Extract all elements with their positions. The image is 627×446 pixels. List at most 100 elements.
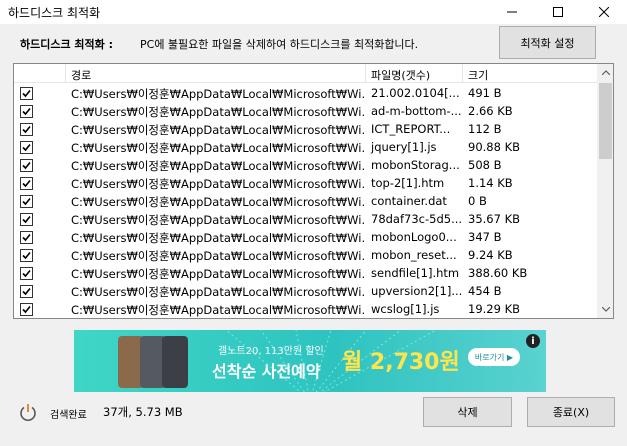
row-filename: ad-hd-healthc... bbox=[366, 318, 463, 319]
row-path: C:₩Users₩이정훈₩AppData₩Local₩Microsoft₩Wi.… bbox=[71, 87, 366, 101]
checkmark-icon bbox=[22, 125, 31, 134]
vertical-scrollbar[interactable] bbox=[597, 64, 613, 318]
scroll-thumb[interactable] bbox=[599, 83, 612, 159]
optimize-settings-button[interactable]: 최적화 설정 bbox=[499, 26, 596, 59]
row-path: C:₩Users₩이정훈₩AppData₩Local₩Microsoft₩Wi.… bbox=[71, 303, 366, 317]
header-checkbox-column[interactable] bbox=[14, 64, 66, 83]
table-row[interactable]: C:₩Users₩이정훈₩AppData₩Local₩Microsoft₩Wi.… bbox=[14, 282, 597, 300]
row-checkbox[interactable] bbox=[20, 195, 33, 208]
column-path[interactable]: 경로 bbox=[66, 64, 366, 83]
row-checkbox[interactable] bbox=[20, 231, 33, 244]
row-filename: 21.002.0104[... bbox=[371, 86, 460, 100]
checkmark-icon bbox=[22, 215, 31, 224]
table-row[interactable]: C:₩Users₩이정훈₩AppData₩Local₩Microsoft₩Wi.… bbox=[14, 156, 597, 174]
table-row[interactable]: C:₩Users₩이정훈₩AppData₩Local₩Microsoft₩Wi.… bbox=[14, 318, 597, 319]
checkmark-icon bbox=[22, 287, 31, 296]
power-icon bbox=[20, 404, 36, 421]
table-row[interactable]: C:₩Users₩이정훈₩AppData₩Local₩Microsoft₩Wi.… bbox=[14, 102, 597, 120]
table-row[interactable]: C:₩Users₩이정훈₩AppData₩Local₩Microsoft₩Wi.… bbox=[14, 120, 597, 138]
close-button[interactable] bbox=[581, 0, 627, 24]
file-list[interactable]: 경로 파일명(갯수) 크기 C:₩Users₩이정훈₩AppData₩Local… bbox=[13, 63, 614, 319]
row-checkbox[interactable] bbox=[20, 123, 33, 136]
banner-subheadline: 선착순 사전예약 bbox=[212, 362, 321, 381]
column-size[interactable]: 크기 bbox=[463, 64, 597, 83]
delete-button[interactable]: 삭제 bbox=[423, 397, 512, 427]
table-row[interactable]: C:₩Users₩이정훈₩AppData₩Local₩Microsoft₩Wi.… bbox=[14, 192, 597, 210]
banner-headline: 갤노트20, 113만원 할인 bbox=[218, 346, 324, 357]
row-filename: top-2[1].htm bbox=[371, 176, 445, 190]
row-size: 1.14 KB bbox=[468, 176, 513, 190]
row-checkbox[interactable] bbox=[20, 267, 33, 280]
checkmark-icon bbox=[22, 251, 31, 260]
row-size: 347 B bbox=[468, 230, 502, 244]
maximize-button[interactable] bbox=[535, 0, 581, 24]
list-rows: C:₩Users₩이정훈₩AppData₩Local₩Microsoft₩Wi.… bbox=[14, 84, 597, 319]
row-path: C:₩Users₩이정훈₩AppData₩Local₩Microsoft₩Wi.… bbox=[71, 177, 366, 191]
row-filename: jquery[1].js bbox=[371, 140, 437, 154]
minimize-button[interactable] bbox=[489, 0, 535, 24]
status-summary: 37개, 5.73 MB bbox=[103, 405, 183, 419]
row-size: 2.66 KB bbox=[468, 104, 513, 118]
close-icon bbox=[599, 7, 609, 17]
row-checkbox[interactable] bbox=[20, 141, 33, 154]
row-checkbox[interactable] bbox=[20, 105, 33, 118]
row-path: C:₩Users₩이정훈₩AppData₩Local₩Microsoft₩Wi.… bbox=[71, 213, 366, 227]
row-checkbox[interactable] bbox=[20, 303, 33, 316]
window-title: 하드디스크 최적화 bbox=[8, 6, 101, 20]
row-path: C:₩Users₩이정훈₩AppData₩Local₩Microsoft₩Wi.… bbox=[71, 195, 366, 209]
table-row[interactable]: C:₩Users₩이정훈₩AppData₩Local₩Microsoft₩Wi.… bbox=[14, 174, 597, 192]
info-icon[interactable]: i bbox=[526, 334, 540, 348]
row-path: C:₩Users₩이정훈₩AppData₩Local₩Microsoft₩Wi.… bbox=[71, 267, 366, 281]
table-row[interactable]: C:₩Users₩이정훈₩AppData₩Local₩Microsoft₩Wi.… bbox=[14, 300, 597, 318]
row-path: C:₩Users₩이정훈₩AppData₩Local₩Microsoft₩Wi.… bbox=[71, 141, 366, 155]
row-size: 508 B bbox=[468, 158, 502, 172]
row-filename: sendfile[1].htm bbox=[371, 266, 460, 280]
row-size: 9.24 KB bbox=[468, 248, 513, 262]
table-row[interactable]: C:₩Users₩이정훈₩AppData₩Local₩Microsoft₩Wi.… bbox=[14, 84, 597, 102]
row-filename: mobon_reset... bbox=[371, 248, 457, 262]
banner-price: 월 2,730원 bbox=[342, 350, 460, 375]
table-row[interactable]: C:₩Users₩이정훈₩AppData₩Local₩Microsoft₩Wi.… bbox=[14, 228, 597, 246]
row-checkbox[interactable] bbox=[20, 285, 33, 298]
row-checkbox[interactable] bbox=[20, 177, 33, 190]
banner-cta-button[interactable]: 바로가기 ▶ bbox=[468, 348, 520, 366]
list-header: 경로 파일명(갯수) 크기 bbox=[14, 64, 597, 83]
header-description: PC에 불필요한 파일을 삭제하여 하드디스크를 최적화합니다. bbox=[140, 38, 419, 51]
row-size: 112 B bbox=[468, 122, 502, 136]
row-checkbox[interactable] bbox=[20, 159, 33, 172]
row-path: C:₩Users₩이정훈₩AppData₩Local₩Microsoft₩Wi.… bbox=[71, 159, 366, 173]
checkmark-icon bbox=[22, 197, 31, 206]
table-row[interactable]: C:₩Users₩이정훈₩AppData₩Local₩Microsoft₩Wi.… bbox=[14, 138, 597, 156]
row-filename: upversion2[1].... bbox=[371, 284, 463, 298]
header-label: 하드디스크 최적화 : bbox=[20, 38, 114, 51]
column-filename[interactable]: 파일명(갯수) bbox=[366, 64, 463, 83]
minimize-icon bbox=[507, 11, 517, 13]
table-row[interactable]: C:₩Users₩이정훈₩AppData₩Local₩Microsoft₩Wi.… bbox=[14, 210, 597, 228]
checkmark-icon bbox=[22, 179, 31, 188]
checkmark-icon bbox=[22, 269, 31, 278]
row-filename: ICT_REPORT... bbox=[371, 122, 451, 136]
table-row[interactable]: C:₩Users₩이정훈₩AppData₩Local₩Microsoft₩Wi.… bbox=[14, 264, 597, 282]
scroll-up-button[interactable] bbox=[597, 64, 613, 81]
table-row[interactable]: C:₩Users₩이정훈₩AppData₩Local₩Microsoft₩Wi.… bbox=[14, 246, 597, 264]
ad-banner[interactable]: 갤노트20, 113만원 할인 선착순 사전예약 월 2,730원 바로가기 ▶… bbox=[74, 330, 546, 392]
row-checkbox[interactable] bbox=[20, 249, 33, 262]
row-filename: container.dat bbox=[371, 194, 447, 208]
row-size: 90.88 KB bbox=[468, 140, 521, 154]
checkmark-icon bbox=[22, 305, 31, 314]
row-path: C:₩Users₩이정훈₩AppData₩Local₩Microsoft₩Wi.… bbox=[71, 231, 366, 245]
maximize-icon bbox=[553, 7, 563, 17]
status-label: 검색완료 bbox=[50, 410, 87, 421]
checkmark-icon bbox=[22, 143, 31, 152]
row-checkbox[interactable] bbox=[20, 87, 33, 100]
row-path: C:₩Users₩이정훈₩AppData₩Local₩Microsoft₩Wi.… bbox=[71, 105, 366, 119]
exit-button[interactable]: 종료(X) bbox=[527, 397, 615, 427]
row-path: C:₩Users₩이정훈₩AppData₩Local₩Microsoft₩Wi.… bbox=[71, 285, 366, 299]
row-size: 1.45 KB bbox=[463, 318, 583, 319]
row-path: C:₩Users₩이정훈₩AppData₩Local₩Microsoft₩Wi.… bbox=[71, 249, 366, 263]
chevron-up-icon bbox=[601, 70, 610, 75]
checkmark-icon bbox=[22, 233, 31, 242]
scroll-down-button[interactable] bbox=[597, 301, 613, 318]
row-checkbox[interactable] bbox=[20, 213, 33, 226]
checkmark-icon bbox=[22, 107, 31, 116]
